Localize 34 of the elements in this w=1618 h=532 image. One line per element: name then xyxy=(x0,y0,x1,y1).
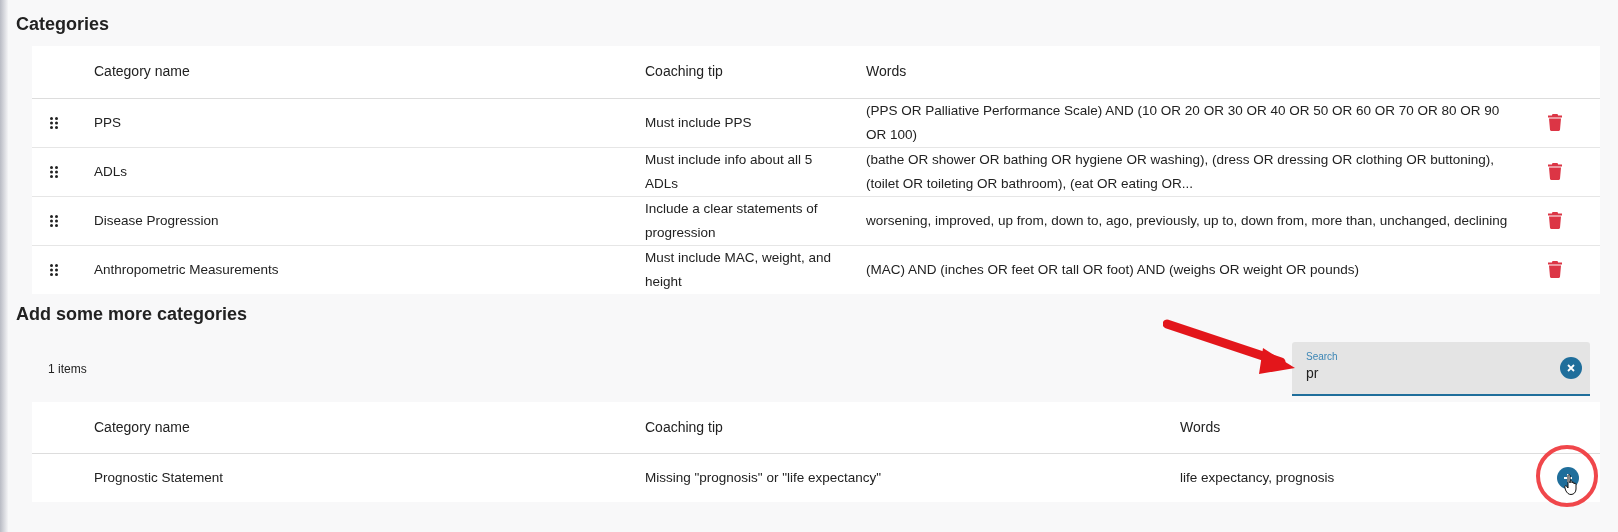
search-label: Search xyxy=(1306,350,1339,363)
column-header: Category name xyxy=(94,63,190,80)
column-header: Words xyxy=(1180,418,1221,435)
category-words: worsening, improved, up from, down to, ago, previously, up to, down from, more than, unchanged, declining xyxy=(866,212,1508,228)
coaching-tip: Must include info about all 5 ADLs xyxy=(645,151,813,191)
coaching-tip: Include a clear statements of progression xyxy=(645,200,818,240)
category-words: (bathe OR shower OR bathing OR hygiene OR washing), (dress OR dressing OR clothing OR buttoning), (toilet OR toileting OR bathroom), (eat OR eating OR... xyxy=(866,151,1495,191)
section-title: Categories xyxy=(16,14,111,36)
drag-handle-icon[interactable] xyxy=(50,165,58,178)
category-name: Anthropometric Measurements xyxy=(94,261,279,277)
coaching-tip: Missing "prognosis" or "life expectancy" xyxy=(645,469,882,485)
category-words: life expectancy, prognosis xyxy=(1180,469,1335,485)
column-header: Words xyxy=(866,63,907,80)
column-header: Coaching tip xyxy=(645,63,723,80)
column-header: Category name xyxy=(94,418,190,435)
drag-handle-icon[interactable] xyxy=(50,214,58,227)
search-field[interactable]: Search pr xyxy=(1292,341,1590,396)
category-words: (MAC) AND (inches OR feet OR tall OR foot) AND (weighs OR weight OR pounds) xyxy=(866,261,1359,277)
item-count: 1 items xyxy=(48,360,87,378)
drag-handle-icon[interactable] xyxy=(50,263,58,276)
category-words: (PPS OR Palliative Performance Scale) AND (10 OR 20 OR 30 OR 40 OR 50 OR 60 OR 70 OR 80 OR 90 OR 100) xyxy=(866,102,1500,142)
drag-handle-icon[interactable] xyxy=(50,116,58,129)
clear-button[interactable] xyxy=(1560,356,1582,379)
category-name: Disease Progression xyxy=(94,212,219,228)
category-name: Prognostic Statement xyxy=(94,469,224,485)
coaching-tip: Must include PPS xyxy=(645,114,752,130)
category-name: PPS xyxy=(94,114,121,130)
coaching-tip: Must include MAC, weight, and height xyxy=(645,249,832,289)
column-header: Coaching tip xyxy=(645,418,723,435)
category-name: ADLs xyxy=(94,163,127,179)
section-title: Add some more categories xyxy=(16,303,249,326)
hand-cursor-icon xyxy=(1564,474,1580,496)
close-icon xyxy=(1567,363,1575,372)
search-input[interactable]: pr xyxy=(1306,362,1526,384)
